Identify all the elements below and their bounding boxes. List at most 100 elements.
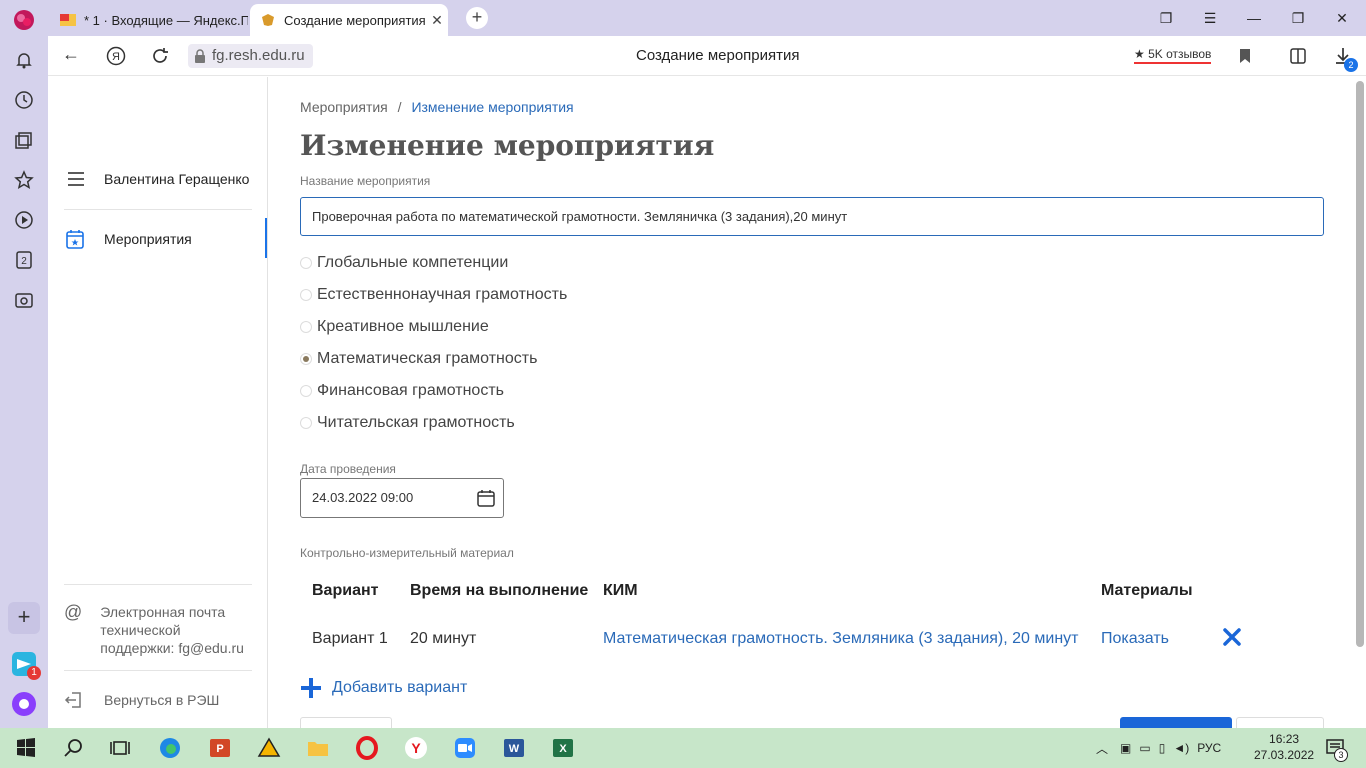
add-panel-button[interactable]: +: [8, 602, 40, 634]
sidebar-item-label: Мероприятия: [104, 231, 192, 247]
radio-button[interactable]: [300, 289, 312, 301]
delete-variant-icon[interactable]: [1222, 627, 1242, 647]
chevron-up-icon[interactable]: ︿: [1096, 740, 1108, 757]
secondary-button[interactable]: [300, 717, 392, 728]
extensions-icon[interactable]: [1288, 46, 1308, 66]
system-clock[interactable]: 16:23 27.03.2022: [1254, 731, 1314, 763]
zen-icon[interactable]: 2: [14, 250, 34, 270]
tab-label: Создание мероприятия: [284, 12, 426, 28]
file-explorer-icon[interactable]: [306, 736, 330, 760]
battery-icon[interactable]: ▯: [1159, 741, 1166, 755]
breadcrumb: Мероприятия / Изменение мероприятия: [300, 99, 574, 115]
primary-button[interactable]: [1120, 717, 1232, 728]
radio-label: Финансовая грамотность: [317, 382, 504, 399]
back-label: Вернуться в РЭШ: [104, 692, 220, 708]
add-variant-button[interactable]: Добавить вариант: [300, 677, 467, 699]
restore-icon[interactable]: ❐: [1276, 10, 1320, 27]
cancel-button[interactable]: [1236, 717, 1324, 728]
browser-tab-bar: * 1 · Входящие — Яндекс.П Создание мероп…: [0, 0, 1366, 36]
cell-variant: Вариант 1: [312, 630, 388, 647]
drive-icon[interactable]: [257, 736, 281, 760]
svg-text:2: 2: [21, 256, 27, 267]
yandex-browser-taskbar-icon[interactable]: Y: [404, 736, 428, 760]
calendar-star-icon: [66, 230, 84, 249]
bookmark-icon[interactable]: [1238, 48, 1252, 64]
main-content: Мероприятия / Изменение мероприятия Изме…: [268, 77, 1354, 728]
back-to-resh-link[interactable]: Вернуться в РЭШ: [64, 691, 219, 709]
radio-math-literacy[interactable]: Математическая грамотность: [300, 350, 537, 368]
radio-label: Глобальные компетенции: [317, 254, 509, 271]
network-icon[interactable]: ▭: [1139, 741, 1150, 755]
word-icon[interactable]: W: [502, 736, 526, 760]
user-menu[interactable]: Валентина Геращенко: [66, 171, 249, 187]
tab-inbox[interactable]: * 1 · Входящие — Яндекс.П: [50, 4, 248, 36]
radio-button-selected[interactable]: [300, 353, 312, 365]
svg-text:P: P: [216, 743, 223, 755]
search-icon[interactable]: [62, 736, 86, 760]
language-indicator[interactable]: РУС: [1197, 741, 1221, 755]
device-icon[interactable]: ▣: [1120, 741, 1131, 755]
radio-financial-literacy[interactable]: Финансовая грамотность: [300, 382, 504, 400]
yandex-icon[interactable]: Я: [106, 46, 126, 66]
divider: [64, 209, 252, 210]
menu-icon[interactable]: ☰: [1188, 10, 1232, 27]
refresh-icon[interactable]: [150, 46, 170, 66]
new-tab-button[interactable]: +: [466, 7, 488, 29]
screenshot-icon[interactable]: [14, 290, 34, 310]
radio-button[interactable]: [300, 257, 312, 269]
radio-science-literacy[interactable]: Естественнонаучная грамотность: [300, 286, 567, 304]
support-line: Электронная почта: [100, 604, 226, 620]
breadcrumb-root[interactable]: Мероприятия: [300, 99, 388, 115]
bell-icon[interactable]: [14, 50, 34, 70]
radio-button[interactable]: [300, 417, 312, 429]
svg-text:X: X: [559, 743, 567, 755]
url-field[interactable]: fg.resh.edu.ru: [188, 44, 313, 68]
history-icon[interactable]: [14, 90, 34, 110]
svg-text:Y: Y: [411, 740, 421, 756]
close-tab-icon[interactable]: ✕: [426, 12, 448, 29]
radio-reading-literacy[interactable]: Читательская грамотность: [300, 414, 515, 432]
yandex-browser-logo-icon[interactable]: [12, 8, 36, 32]
radio-button[interactable]: [300, 385, 312, 397]
breadcrumb-separator: /: [397, 99, 402, 115]
hamburger-icon[interactable]: [66, 171, 86, 187]
radio-creative-thinking[interactable]: Креативное мышление: [300, 318, 489, 336]
date-input[interactable]: 24.03.2022 09:00: [300, 478, 504, 518]
show-materials-link[interactable]: Показать: [1101, 630, 1169, 648]
volume-icon[interactable]: ◄): [1173, 741, 1189, 755]
close-window-icon[interactable]: ✕: [1320, 10, 1364, 27]
radio-global-competences[interactable]: Глобальные компетенции: [300, 254, 508, 272]
opera-icon[interactable]: [355, 736, 379, 760]
play-icon[interactable]: [14, 210, 34, 230]
tab-create-event[interactable]: Создание мероприятия ✕: [250, 4, 448, 36]
date-value: 24.03.2022 09:00: [312, 490, 414, 505]
active-indicator: [265, 218, 267, 258]
scrollbar-thumb[interactable]: [1356, 81, 1364, 647]
column-header-materials: Материалы: [1101, 582, 1193, 599]
plus-icon: [301, 678, 321, 698]
calendar-icon[interactable]: [477, 489, 495, 507]
radio-button[interactable]: [300, 321, 312, 333]
collections-icon[interactable]: ❐: [1144, 10, 1188, 27]
cell-kim-link[interactable]: Математическая грамотность. Земляника (3…: [603, 630, 1078, 648]
zoom-icon[interactable]: [453, 736, 477, 760]
sidebar-item-events[interactable]: Мероприятия: [66, 229, 192, 249]
powerpoint-icon[interactable]: P: [208, 736, 232, 760]
task-view-icon[interactable]: [108, 736, 132, 760]
alice-icon[interactable]: [10, 690, 38, 718]
reviews-link[interactable]: ★ 5K отзывов: [1134, 47, 1212, 64]
page-scrollbar[interactable]: [1354, 77, 1366, 728]
event-name-input[interactable]: Проверочная работа по математической гра…: [300, 197, 1324, 236]
add-variant-label: Добавить вариант: [332, 679, 468, 696]
windows-start-icon[interactable]: [14, 736, 38, 760]
event-name-label: Название мероприятия: [300, 174, 431, 188]
clock-time: 16:23: [1269, 732, 1300, 746]
star-icon[interactable]: [14, 170, 34, 190]
mail-icon: [60, 14, 76, 26]
radio-label: Читательская грамотность: [317, 414, 515, 431]
minimize-icon[interactable]: —: [1232, 10, 1276, 26]
edge-icon[interactable]: [158, 736, 182, 760]
collections-icon[interactable]: [14, 130, 34, 150]
excel-icon[interactable]: X: [551, 736, 575, 760]
back-arrow-icon[interactable]: ←: [62, 44, 80, 65]
